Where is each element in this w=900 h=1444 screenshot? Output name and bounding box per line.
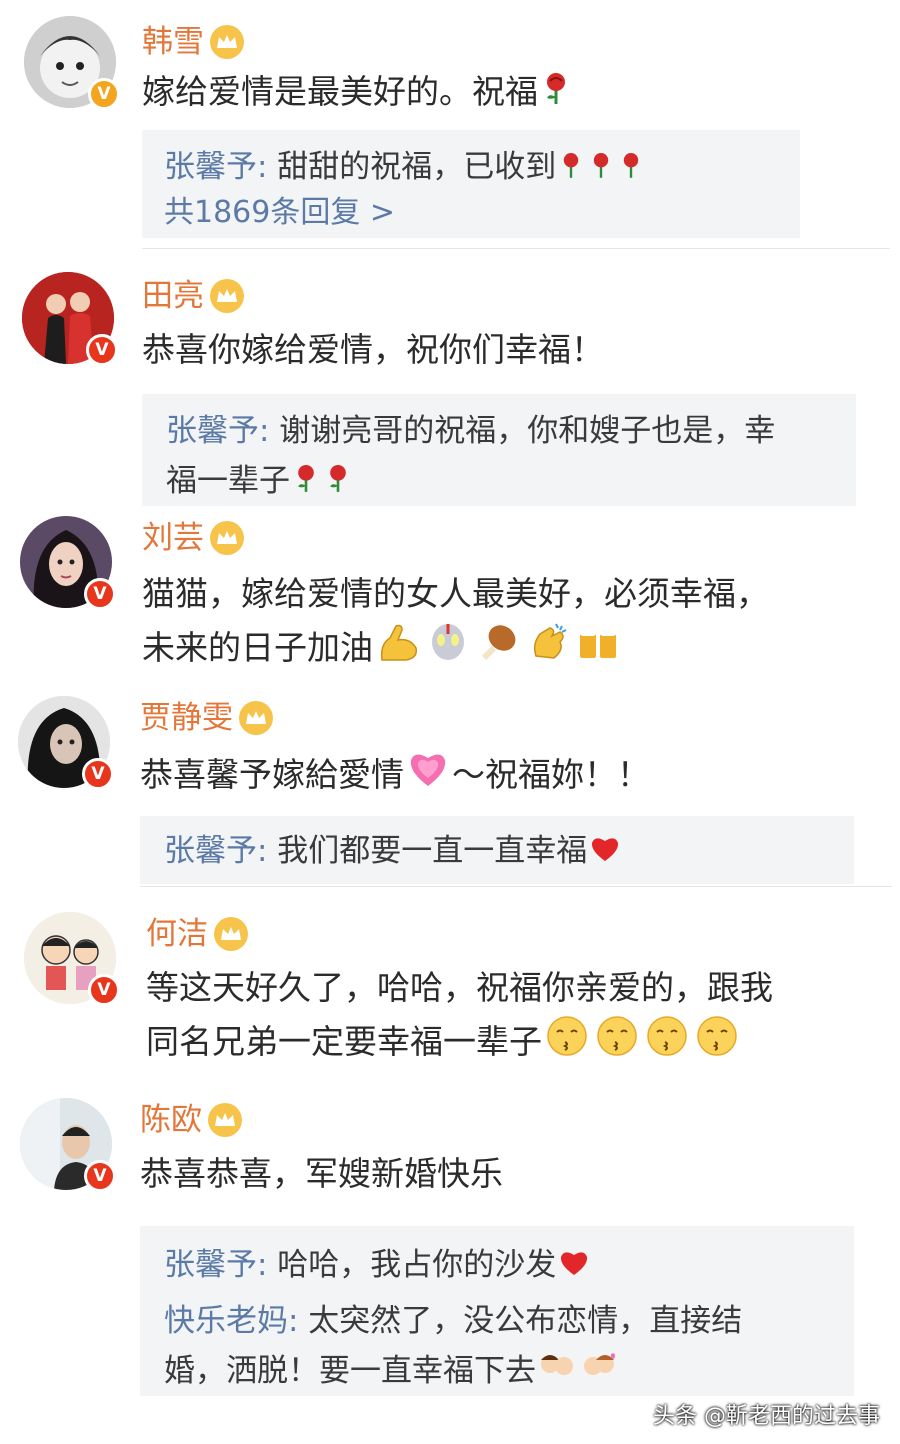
avatar-container[interactable]: V (20, 516, 116, 610)
comment-body-cont: 未来的日子加油 (142, 628, 373, 667)
kissing-face-icon (545, 1014, 589, 1073)
divider (142, 248, 890, 249)
reply-box[interactable]: 张馨予: 甜甜的祝福，已收到 共1869条回复 > (142, 130, 800, 238)
reply-text-cont: 婚，洒脱！要一直幸福下去 (164, 1352, 536, 1389)
red-heart-icon (559, 1242, 589, 1292)
comment-body: 猫猫，嫁给爱情的女人最美好，必须幸福， (142, 574, 769, 613)
comment-text: 恭喜恭喜，军嫂新婚快乐 (140, 1148, 503, 1200)
avatar-container[interactable]: V (24, 16, 120, 110)
reply-text-cont: 福一辈子 (166, 463, 290, 499)
comment-text: 猫猫，嫁给爱情的女人最美好，必须幸福， 未来的日子加油 (142, 568, 769, 679)
clapping-hands-icon (526, 620, 570, 679)
comment-body: 恭喜馨予嫁給愛情 (140, 755, 404, 794)
commenter-name[interactable]: 刘芸 (142, 518, 204, 558)
commenter-name[interactable]: 田亮 (142, 276, 204, 316)
rose-icon (619, 144, 643, 194)
crown-icon (210, 521, 244, 555)
comment-text: 恭喜你嫁给爱情，祝你们幸福！ (142, 324, 604, 376)
flexed-biceps-icon (376, 620, 420, 679)
comment-text: 恭喜馨予嫁給愛情 ～祝福妳！！ (140, 748, 650, 805)
reply-author[interactable]: 快乐老妈: (164, 1303, 298, 1339)
couple-kiss-icon (539, 1347, 575, 1397)
comment-body: 恭喜恭喜，军嫂新婚快乐 (140, 1154, 503, 1193)
robot-icon (426, 620, 470, 679)
avatar-container[interactable]: V (18, 696, 114, 790)
comment-body-tail: ～祝福妳！！ (452, 755, 650, 794)
avatar-container[interactable]: V (20, 1098, 116, 1192)
reply-text: 谢谢亮哥的祝福，你和嫂子也是，幸 (269, 413, 776, 449)
reply-author[interactable]: 张馨予: (164, 1247, 267, 1283)
verified-icon: V (88, 78, 120, 110)
reply-box[interactable]: 张馨予: 我们都要一直一直幸福 (140, 816, 854, 884)
watermark: 头条 @靳老西的过去事 (653, 1404, 880, 1429)
reply-box[interactable]: 张馨予: 谢谢亮哥的祝福，你和嫂子也是，幸 福一辈子 (142, 394, 856, 506)
kissing-face-icon (595, 1014, 639, 1073)
crown-icon (239, 701, 273, 735)
crown-icon (214, 917, 248, 951)
avatar-container[interactable]: V (24, 912, 120, 1006)
comment-body: 恭喜你嫁给爱情，祝你们幸福！ (142, 330, 604, 369)
reply-text: 甜甜的祝福，已收到 (267, 149, 557, 185)
reply-box[interactable]: 张馨予: 哈哈，我占你的沙发 快乐老妈: 太突然了，没公布恋情，直接结 婚，洒脱… (140, 1226, 854, 1396)
avatar-container[interactable]: V (22, 272, 118, 366)
reply-author[interactable]: 张馨予: (166, 413, 269, 449)
couple-kiss-icon (581, 1347, 617, 1397)
reply-text: 我们都要一直一直幸福 (267, 833, 588, 869)
verified-icon: V (82, 758, 114, 790)
chicken-leg-icon (476, 620, 520, 679)
commenter-name[interactable]: 贾静雯 (140, 698, 233, 738)
rose-icon (541, 68, 571, 120)
commenter-name[interactable]: 何洁 (146, 914, 208, 954)
comment-text: 等这天好久了，哈哈，祝福你亲爱的，跟我 同名兄弟一定要幸福一辈子 (146, 962, 773, 1073)
beer-mugs-icon (576, 620, 620, 679)
kissing-face-icon (645, 1014, 689, 1073)
crown-icon (210, 279, 244, 313)
verified-icon: V (88, 974, 120, 1006)
commenter-name[interactable]: 韩雪 (142, 22, 204, 62)
rose-icon (589, 144, 613, 194)
comment-text: 嫁给爱情是最美好的。祝福 (142, 66, 574, 120)
sparkling-heart-icon (407, 748, 449, 805)
reply-text: 哈哈，我占你的沙发 (267, 1247, 557, 1283)
more-replies-link[interactable]: 共1869条回复 > (142, 188, 800, 238)
verified-icon: V (84, 578, 116, 610)
rose-icon (293, 458, 319, 508)
verified-icon: V (84, 1160, 116, 1192)
kissing-face-icon (695, 1014, 739, 1073)
reply-author[interactable]: 张馨予: (164, 149, 267, 185)
commenter-name[interactable]: 陈欧 (140, 1100, 202, 1140)
crown-icon (210, 25, 244, 59)
reply-text: 太突然了，没公布恋情，直接结 (298, 1302, 743, 1339)
verified-icon: V (86, 334, 118, 366)
rose-icon (325, 458, 351, 508)
comment-body-cont: 同名兄弟一定要幸福一辈子 (146, 1022, 542, 1061)
comment-body: 等这天好久了，哈哈，祝福你亲爱的，跟我 (146, 968, 773, 1007)
red-heart-icon (590, 828, 620, 878)
divider (140, 886, 892, 887)
rose-icon (559, 144, 583, 194)
reply-author[interactable]: 张馨予: (164, 833, 267, 869)
comment-body: 嫁给爱情是最美好的。祝福 (142, 72, 538, 111)
crown-icon (208, 1103, 242, 1137)
